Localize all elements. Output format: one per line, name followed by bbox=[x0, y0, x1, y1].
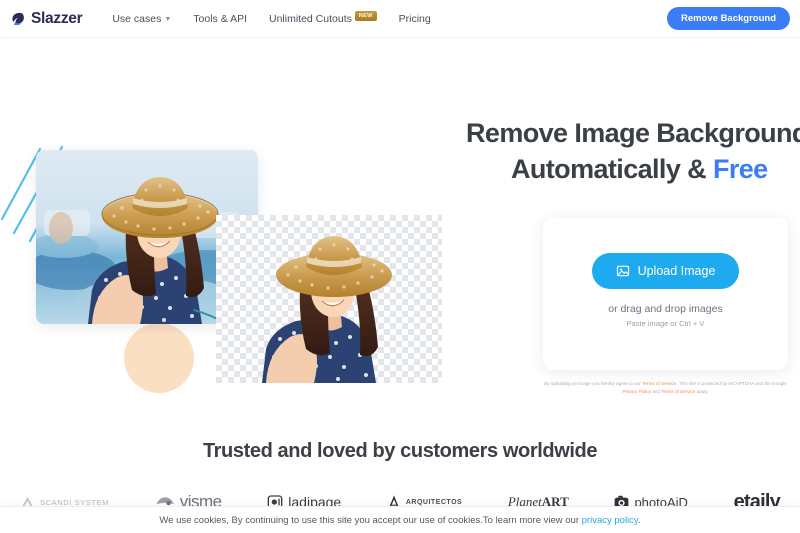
paste-hint-text: Paste image or Ctrl + V bbox=[626, 318, 705, 328]
hero-heading-line1: Remove Image Backgrounds bbox=[466, 118, 800, 148]
image-icon bbox=[616, 265, 629, 276]
landing-page: Slazzer Use cases ▼ Tools & API Unlimite… bbox=[0, 0, 800, 533]
remove-background-button[interactable]: Remove Background bbox=[666, 7, 790, 30]
upload-card: Upload Image or drag and drop images Pas… bbox=[543, 218, 788, 370]
image-after bbox=[216, 215, 442, 383]
slazzer-logo-icon bbox=[12, 12, 24, 25]
legal-part3: and bbox=[651, 389, 662, 395]
new-badge: New bbox=[354, 10, 377, 21]
top-navigation-bar: Slazzer Use cases ▼ Tools & API Unlimite… bbox=[0, 0, 800, 38]
nav-item-unlimited-cutouts-label: Unlimited Cutouts bbox=[269, 12, 352, 25]
legal-part1: By uploading an image you hereby agree t… bbox=[544, 381, 643, 386]
nav-item-tools-api[interactable]: Tools & API bbox=[193, 13, 247, 25]
upload-image-button-label: Upload Image bbox=[637, 263, 716, 278]
drag-drop-text: or drag and drop images bbox=[608, 302, 723, 315]
legal-part2: . This site is protected by reCAPTCHA an… bbox=[676, 381, 787, 386]
page-title: Remove Image Backgrounds Automatically &… bbox=[466, 116, 800, 188]
terms-of-service-link-1[interactable]: Terms of Service bbox=[642, 381, 676, 386]
client-logo-arquitectos-label: ARQUITECTOS bbox=[405, 498, 463, 506]
nav-item-pricing[interactable]: Pricing bbox=[399, 13, 431, 25]
cookie-consent-message: We use cookies, By continuing to use thi… bbox=[159, 514, 582, 526]
brand-name: Slazzer bbox=[31, 9, 83, 27]
nav-links: Use cases ▼ Tools & API Unlimited Cutout… bbox=[112, 10, 431, 25]
nav-item-tools-api-label: Tools & API bbox=[193, 12, 247, 25]
trusted-section-title: Trusted and loved by customers worldwide bbox=[202, 440, 598, 462]
nav-item-use-cases-label: Use cases bbox=[112, 12, 162, 25]
hero-heading-accent: Free bbox=[712, 153, 768, 184]
upload-image-button[interactable]: Upload Image bbox=[591, 252, 740, 289]
hero-heading-line2-plain: Automatically & bbox=[511, 153, 713, 184]
privacy-policy-link-cookie[interactable]: privacy policy bbox=[582, 515, 638, 526]
nav-item-pricing-label: Pricing bbox=[398, 12, 431, 25]
terms-of-service-link-2[interactable]: Terms of Service bbox=[661, 389, 695, 394]
nav-item-unlimited-cutouts[interactable]: Unlimited Cutouts New bbox=[269, 10, 377, 25]
brand-logo[interactable]: Slazzer bbox=[10, 9, 83, 28]
before-after-illustration bbox=[0, 38, 470, 418]
legal-disclaimer: By uploading an image you hereby agree t… bbox=[543, 380, 788, 397]
cookie-consent-bar: We use cookies, By continuing to use thi… bbox=[0, 506, 800, 533]
legal-part4: apply. bbox=[695, 389, 709, 395]
hero-heading-line2: Automatically & Free bbox=[511, 152, 800, 188]
cookie-consent-text: We use cookies, By continuing to use thi… bbox=[159, 515, 640, 526]
hero-section: Remove Image Backgrounds Automatically &… bbox=[0, 38, 800, 438]
privacy-policy-link[interactable]: Privacy Policy bbox=[622, 389, 651, 394]
peach-circle-decoration bbox=[124, 323, 194, 393]
chevron-down-icon: ▼ bbox=[164, 16, 172, 23]
nav-item-use-cases[interactable]: Use cases ▼ bbox=[112, 13, 171, 25]
cookie-consent-suffix: . bbox=[637, 514, 641, 526]
